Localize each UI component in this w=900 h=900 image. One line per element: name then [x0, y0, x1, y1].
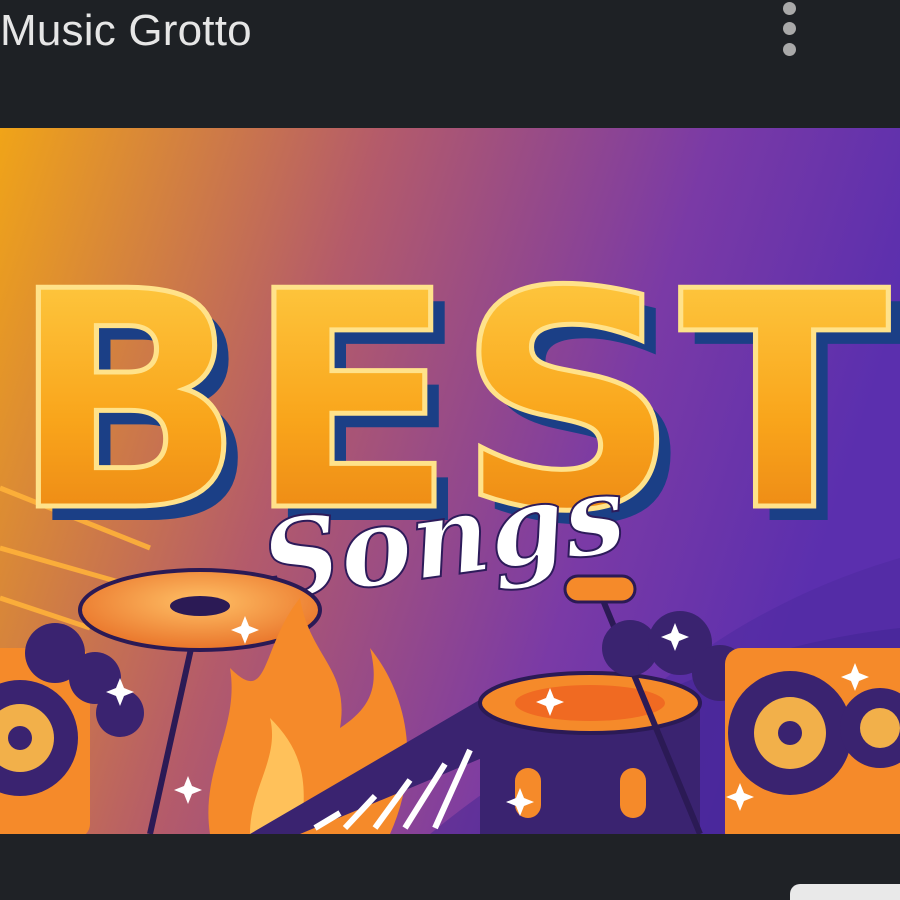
channel-screen: Music Grotto BEST BEST Songs: [0, 0, 900, 900]
top-app-bar: Music Grotto: [0, 0, 900, 128]
bottom-area: [0, 834, 900, 900]
channel-title: Music Grotto: [0, 6, 252, 55]
bottom-sheet-edge[interactable]: [790, 884, 900, 900]
speaker-icon: [725, 648, 900, 834]
more-options-button[interactable]: [766, 0, 814, 66]
channel-banner-image[interactable]: BEST BEST Songs: [0, 128, 900, 834]
